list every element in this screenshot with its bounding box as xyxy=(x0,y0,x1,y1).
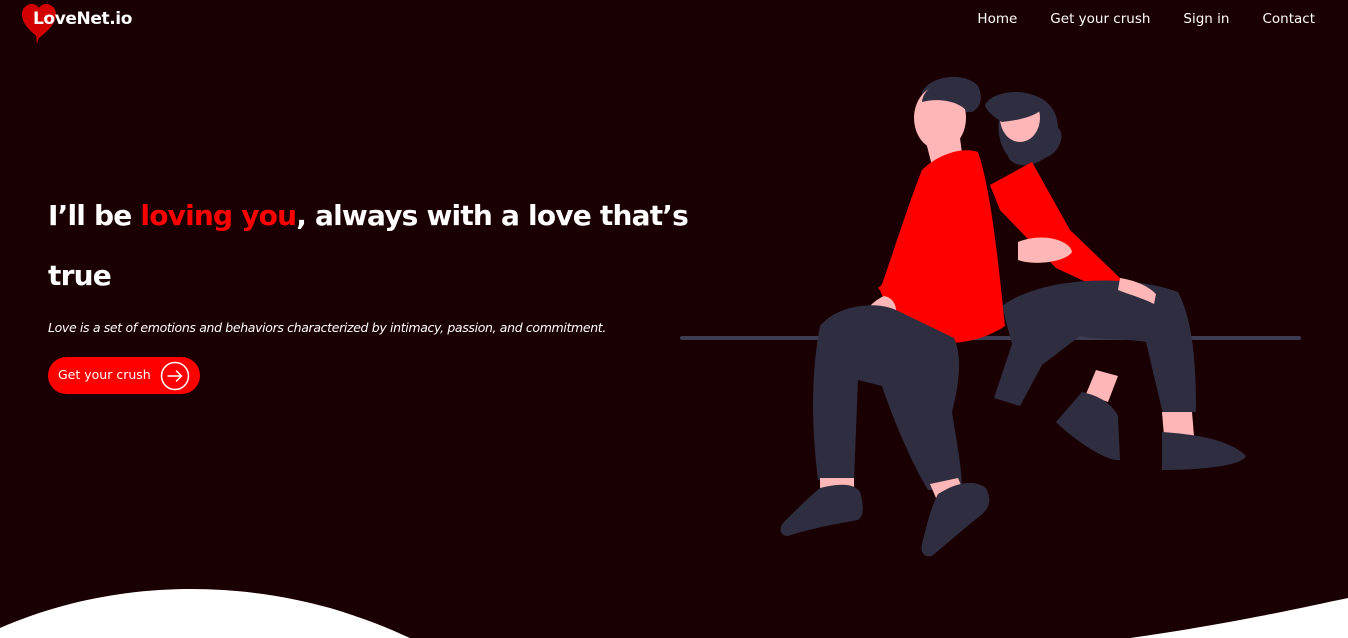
couple-illustration-icon xyxy=(680,76,1301,557)
nav-sign-in-link[interactable]: Sign in xyxy=(1183,11,1229,27)
brand-name: LoveNet.io xyxy=(33,9,132,29)
hero-title-start: I’ll be xyxy=(48,199,141,232)
main-nav: Home Get your crush Sign in Contact xyxy=(977,11,1315,27)
brand-logo[interactable]: LoveNet.io xyxy=(22,4,152,44)
hero-description: Love is a set of emotions and behaviors … xyxy=(48,320,606,335)
arrow-right-circle-icon xyxy=(160,361,190,391)
nav-contact-link[interactable]: Contact xyxy=(1262,11,1315,27)
nav-home-link[interactable]: Home xyxy=(977,11,1017,27)
bottom-wave xyxy=(0,589,1348,638)
nav-get-your-crush-link[interactable]: Get your crush xyxy=(1050,11,1150,27)
hero-title-accent: loving you xyxy=(140,199,297,232)
cta-button-label: Get your crush xyxy=(58,367,151,382)
hero-title: I’ll be loving you, always with a love t… xyxy=(48,186,708,306)
get-your-crush-button[interactable]: Get your crush xyxy=(48,357,200,394)
navbar: LoveNet.io Home Get your crush Sign in C… xyxy=(0,0,1348,44)
